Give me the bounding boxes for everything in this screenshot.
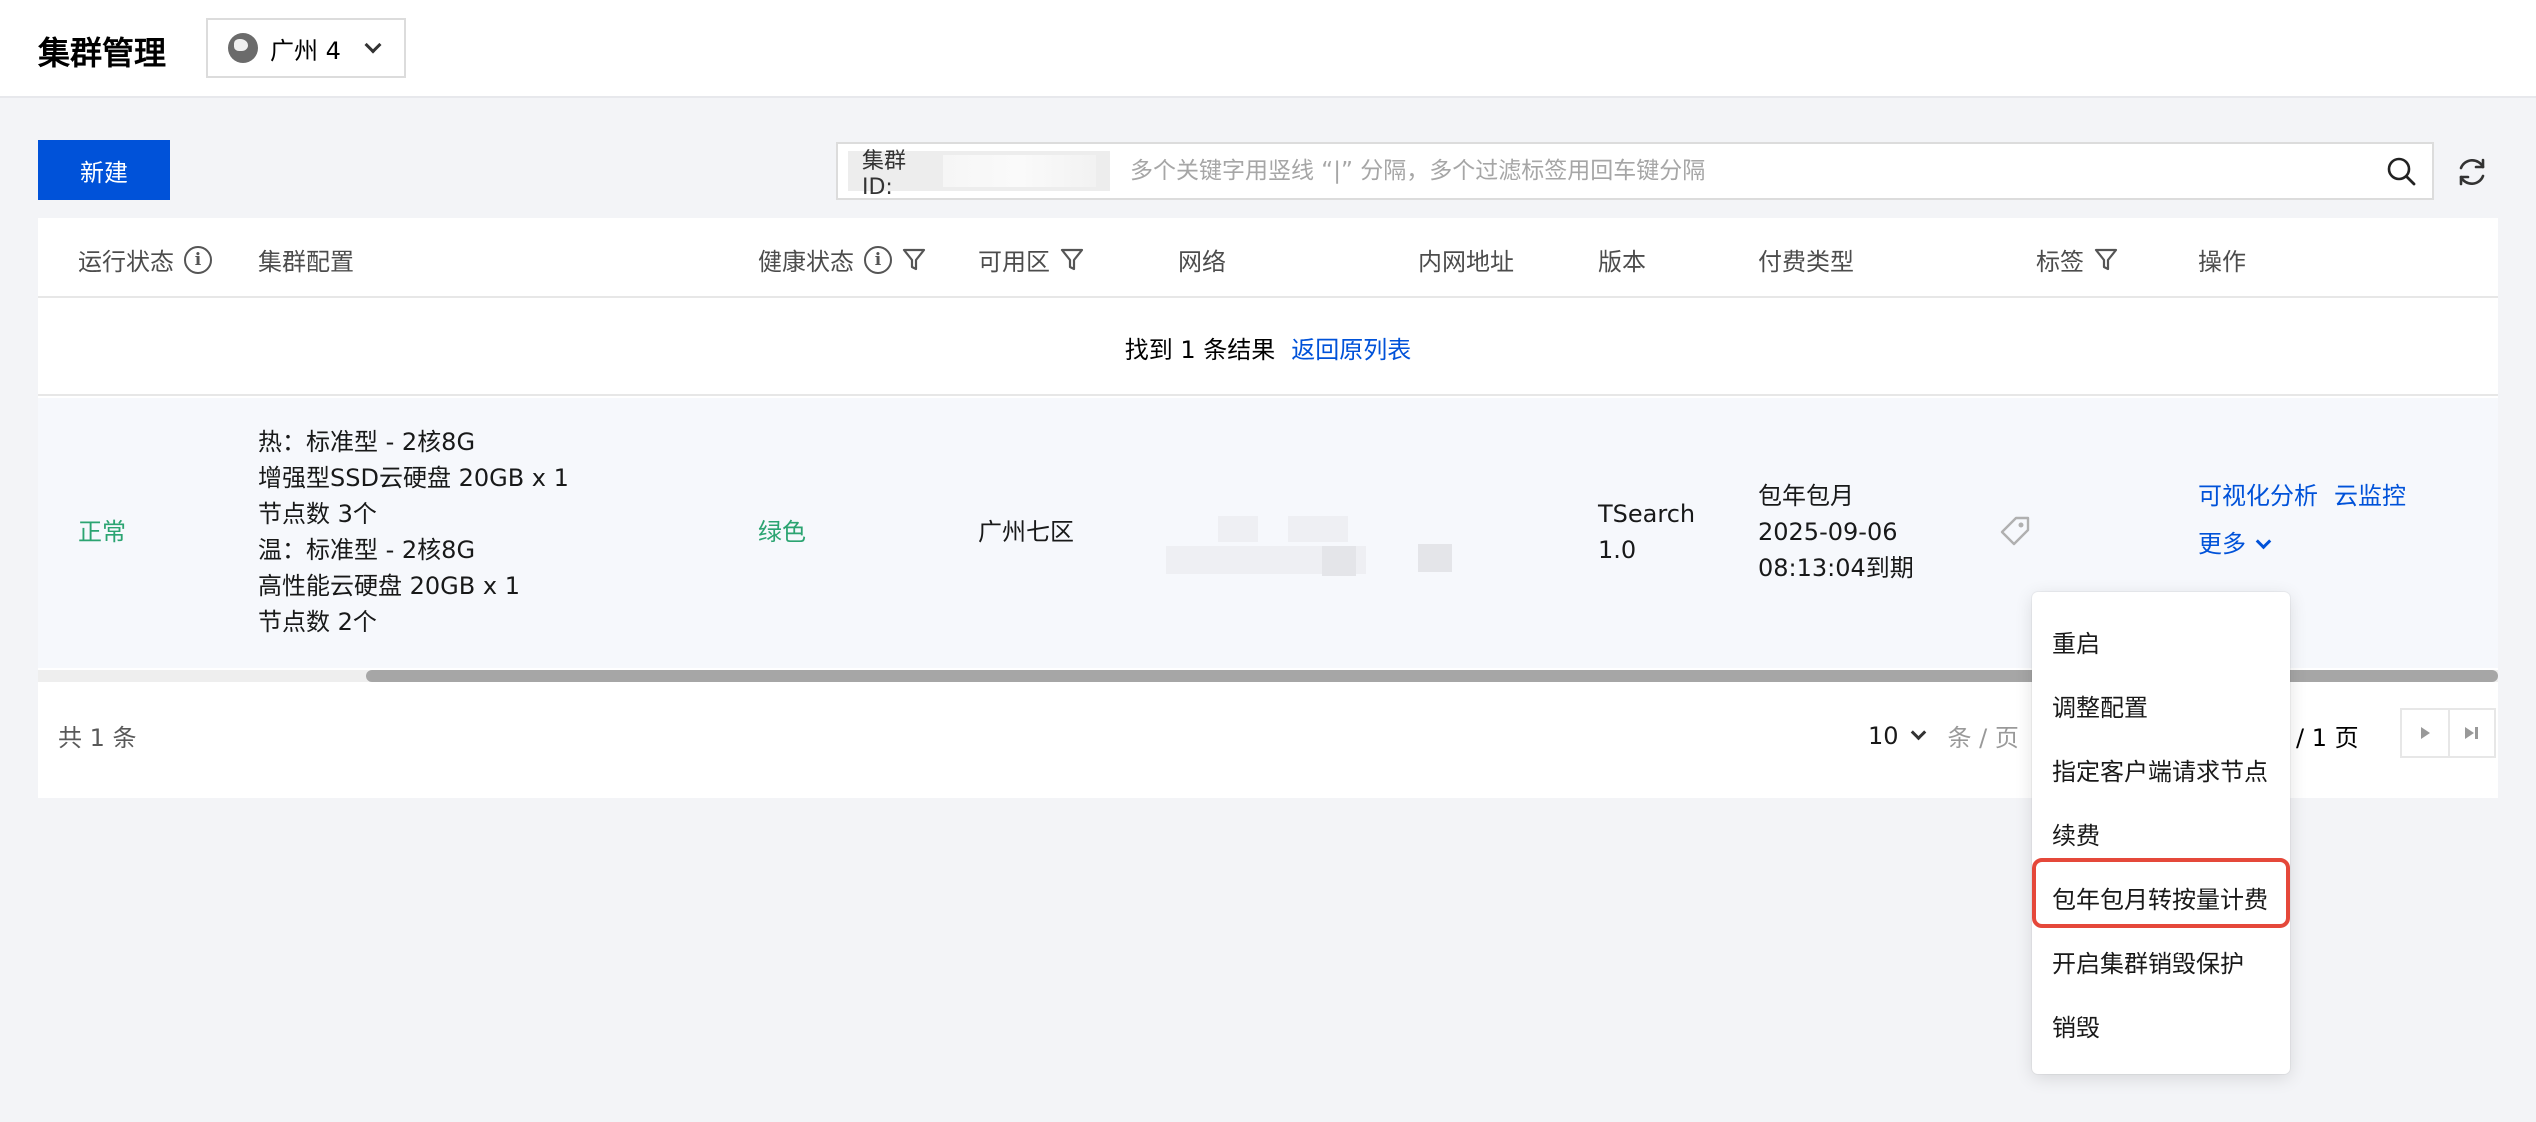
region-label: 广州 4 — [270, 36, 341, 65]
redacted-network — [1322, 546, 1356, 576]
column-actions: 操作 — [2198, 242, 2246, 277]
chevron-down-icon — [1910, 724, 1926, 741]
version-line: 1.0 — [1598, 536, 1637, 564]
search-result-row: 找到 1 条结果 返回原列表 — [38, 300, 2498, 396]
version-line: TSearch — [1598, 500, 1696, 528]
column-status: 运行状态 i — [78, 242, 212, 277]
page-title: 集群管理 — [38, 34, 167, 72]
menu-item-client-nodes[interactable]: 指定客户端请求节点 — [2052, 752, 2268, 787]
search-filter-tag[interactable]: 集群ID: — [848, 149, 1110, 200]
billing-line: 08:13:04到期 — [1758, 554, 1914, 582]
filter-icon[interactable] — [1060, 247, 1084, 273]
menu-item-destroy-protection[interactable]: 开启集群销毁保护 — [2052, 944, 2244, 979]
column-config: 集群配置 — [258, 242, 354, 277]
chevron-down-icon — [2255, 533, 2272, 549]
row-actions: 可视化分析 云监控 — [2198, 478, 2406, 514]
column-health-label: 健康状态 — [758, 248, 854, 276]
tag-icon[interactable] — [1998, 514, 2032, 548]
column-ip: 内网地址 — [1418, 242, 1514, 277]
filter-icon[interactable] — [2094, 247, 2118, 273]
menu-item-destroy[interactable]: 销毁 — [2052, 1008, 2100, 1043]
column-version-label: 版本 — [1598, 248, 1646, 276]
config-line: 热：标准型 - 2核8G — [258, 428, 476, 456]
column-actions-label: 操作 — [2198, 248, 2246, 276]
column-tags-label: 标签 — [2036, 248, 2084, 276]
menu-item-restart[interactable]: 重启 — [2052, 624, 2100, 659]
search-input[interactable] — [1130, 158, 2432, 184]
next-page-button[interactable] — [2402, 710, 2448, 756]
search-box[interactable]: 集群ID: — [836, 142, 2434, 200]
column-health: 健康状态 i — [758, 242, 926, 277]
column-zone: 可用区 — [978, 242, 1084, 277]
new-cluster-button[interactable]: 新建 — [38, 140, 170, 200]
page-size-value: 10 — [1868, 721, 1899, 750]
cloud-monitor-link[interactable]: 云监控 — [2334, 478, 2406, 514]
column-status-label: 运行状态 — [78, 248, 174, 276]
config-line: 节点数 3个 — [258, 500, 377, 528]
column-ip-label: 内网地址 — [1418, 248, 1514, 276]
refresh-icon[interactable] — [2454, 154, 2490, 190]
region-select[interactable]: 广州 4 — [206, 18, 406, 78]
page-count: / 1 页 — [2296, 724, 2359, 752]
highlight-box — [2032, 858, 2290, 928]
filter-icon[interactable] — [902, 247, 926, 273]
redacted-value — [943, 155, 1096, 187]
page-size-select[interactable]: 10 条 / 页 — [1868, 718, 2019, 753]
column-zone-label: 可用区 — [978, 248, 1050, 276]
config-line: 增强型SSD云硬盘 20GB x 1 — [258, 464, 569, 492]
row-billing: 包年包月 2025-09-06 08:13:04到期 — [1758, 478, 1914, 586]
redacted-network — [1218, 516, 1258, 542]
chevron-down-icon — [364, 36, 382, 54]
info-icon[interactable]: i — [184, 245, 212, 274]
row-status: 正常 — [78, 518, 126, 546]
top-bar: 集群管理 广州 4 — [0, 0, 2536, 98]
config-line: 高性能云硬盘 20GB x 1 — [258, 572, 520, 600]
row-config: 热：标准型 - 2核8G 增强型SSD云硬盘 20GB x 1 节点数 3个 温… — [258, 424, 569, 640]
column-billing-label: 付费类型 — [1758, 248, 1854, 276]
column-billing: 付费类型 — [1758, 242, 1854, 277]
column-tags: 标签 — [2036, 242, 2118, 277]
billing-line: 2025-09-06 — [1758, 518, 1898, 546]
config-line: 温：标准型 - 2核8G — [258, 536, 476, 564]
total-count: 共 1 条 — [58, 724, 137, 752]
search-filter-label: 集群ID: — [862, 148, 907, 200]
column-network: 网络 — [1178, 242, 1226, 277]
row-health: 绿色 — [758, 518, 806, 546]
menu-item-renew[interactable]: 续费 — [2052, 816, 2100, 851]
column-version: 版本 — [1598, 242, 1646, 277]
result-count-text: 找到 1 条结果 — [1124, 335, 1276, 364]
row-zone: 广州七区 — [978, 518, 1074, 546]
row-version: TSearch 1.0 — [1598, 496, 1695, 568]
more-actions-button[interactable]: 更多 — [2198, 526, 2272, 562]
skip-end-icon — [2464, 727, 2478, 739]
column-config-label: 集群配置 — [258, 248, 354, 276]
billing-line: 包年包月 — [1758, 482, 1854, 510]
redacted-network — [1288, 516, 1348, 542]
table-header: 运行状态 i 集群配置 健康状态 i 可用区 网络 内网地址 版本 付费类型 标… — [38, 218, 2498, 298]
menu-item-adjust-config[interactable]: 调整配置 — [2052, 688, 2148, 723]
globe-icon — [228, 33, 258, 63]
more-actions-menu: 重启 调整配置 指定客户端请求节点 续费 包年包月转按量计费 开启集群销毁保护 … — [2032, 592, 2290, 1074]
redacted-ip — [1418, 544, 1452, 572]
play-icon — [2420, 727, 2430, 739]
back-to-list-link[interactable]: 返回原列表 — [1291, 330, 1411, 365]
pager — [2400, 708, 2496, 758]
visual-analysis-link[interactable]: 可视化分析 — [2198, 478, 2318, 514]
page-size-unit: 条 / 页 — [1947, 724, 2019, 752]
more-actions-label: 更多 — [2198, 530, 2246, 558]
search-icon[interactable] — [2386, 156, 2416, 186]
info-icon[interactable]: i — [864, 245, 892, 274]
last-page-button[interactable] — [2447, 710, 2494, 756]
config-line: 节点数 2个 — [258, 608, 377, 636]
column-network-label: 网络 — [1178, 248, 1226, 276]
